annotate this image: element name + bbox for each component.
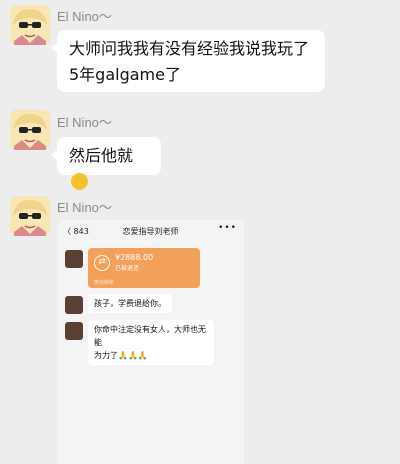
shot-avatar (65, 296, 83, 314)
shot-message: 孩子，学费退给你。 (88, 294, 172, 313)
transfer-amount: ¥2888.00 (115, 253, 154, 262)
shot-message-line: 为力了🙏🙏🙏 (94, 351, 148, 360)
avatar[interactable] (10, 196, 50, 236)
shot-avatar (65, 250, 83, 268)
message-text-line: 5年galgame了 (69, 65, 181, 84)
shot-avatar (65, 322, 83, 340)
shot-transfer-card: ⇄ ¥2888.00 已被退还 微信转账 (88, 248, 200, 288)
message-bubble[interactable]: 大师问我我有没有经验我说我玩了 5年galgame了 (51, 30, 325, 92)
avatar[interactable] (10, 5, 50, 45)
crying-laughing-emoji-icon (71, 173, 88, 190)
message-text: 然后他就 (69, 146, 134, 165)
transfer-footer: 微信转账 (94, 280, 115, 286)
shot-title: 恋爱指导刘老师 (122, 227, 179, 236)
shot-header: 〈 843 恋爱指导刘老师 ••• (57, 220, 244, 242)
sender-name: El Nino～ (57, 115, 112, 130)
sender-name: El Nino～ (57, 200, 112, 215)
avatar[interactable] (10, 110, 50, 150)
transfer-status: 已被退还 (115, 265, 140, 272)
message-text-line: 大师问我我有没有经验我说我玩了 (69, 39, 310, 58)
shot-message-line: 你命中注定没有女人，大师也无能 (94, 325, 206, 347)
avatar-anime-icon (10, 5, 50, 45)
transfer-icon: ⇄ (94, 255, 110, 271)
avatar-anime-icon (10, 196, 50, 236)
avatar-anime-icon (10, 110, 50, 150)
message-bubble[interactable]: 然后他就 (51, 137, 161, 190)
shot-more-icon: ••• (218, 223, 237, 233)
image-message[interactable]: 〈 843 恋爱指导刘老师 ••• ⇄ ¥2888.00 已被退还 微信转账 孩… (57, 220, 244, 464)
shot-message: 你命中注定没有女人，大师也无能 为力了🙏🙏🙏 (88, 320, 214, 365)
sender-name: El Nino～ (57, 9, 112, 24)
